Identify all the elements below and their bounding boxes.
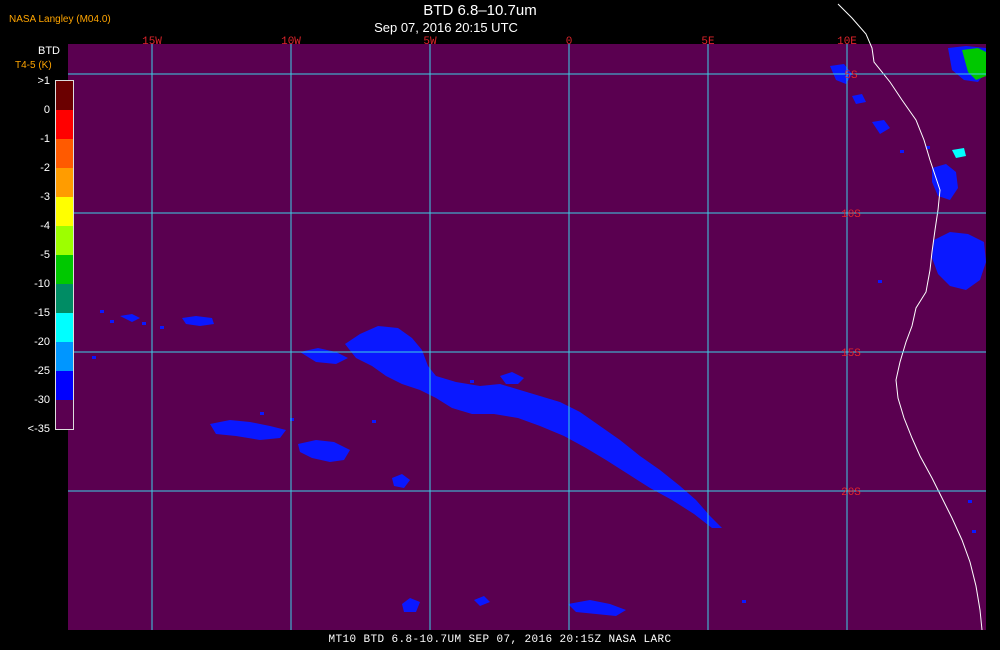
colorbar-swatch <box>56 255 73 284</box>
latitude-label: 15S <box>841 348 861 360</box>
colorbar-tick-label: -10 <box>34 278 50 290</box>
btd-feature-speck <box>470 380 474 383</box>
btd-feature-speck <box>552 410 556 413</box>
btd-feature-speck <box>260 412 264 415</box>
colorbar-swatch <box>56 313 73 342</box>
colorbar-unit: T4-5 (K) <box>15 60 52 71</box>
btd-feature-speck <box>100 310 104 313</box>
colorbar-tick-label: -1 <box>40 133 50 145</box>
longitude-label: 5E <box>701 36 715 48</box>
colorbar-swatch <box>56 371 73 400</box>
btd-feature-speck <box>968 500 972 503</box>
latitude-label: 20S <box>841 487 861 499</box>
colorbar-swatch <box>56 400 73 429</box>
colorbar-tick-label: -5 <box>40 249 50 261</box>
btd-feature-speck <box>142 322 146 325</box>
longitude-label: 10W <box>281 36 301 48</box>
latitude-label: 5S <box>844 70 858 82</box>
colorbar-swatch <box>56 226 73 255</box>
latitude-label: 10S <box>841 209 861 221</box>
btd-feature-speck <box>972 530 976 533</box>
btd-feature-speck <box>900 150 904 153</box>
btd-feature-speck <box>110 320 114 323</box>
btd-feature-speck <box>530 400 534 403</box>
btd-feature-speck <box>878 280 882 283</box>
colorbar-swatch <box>56 342 73 371</box>
btd-feature-speck <box>448 396 452 399</box>
colorbar-tick-label: -20 <box>34 336 50 348</box>
colorbar-tick-label: -15 <box>34 307 50 319</box>
longitude-label: 5W <box>423 36 437 48</box>
colorbar-swatch <box>56 110 73 139</box>
colorbar-title: BTD <box>38 45 60 57</box>
colorbar-tick-label: >1 <box>37 75 50 87</box>
colorbar-tick-label: 0 <box>43 104 50 116</box>
colorbar-tick-label: -3 <box>40 191 50 203</box>
colorbar <box>55 80 74 430</box>
footer-caption: MT10 BTD 6.8-10.7UM SEP 07, 2016 20:15Z … <box>328 634 672 646</box>
map-background <box>68 44 986 630</box>
image-timestamp: Sep 07, 2016 20:15 UTC <box>374 20 518 35</box>
btd-feature-speck <box>742 600 746 603</box>
colorbar-swatch <box>56 81 73 110</box>
colorbar-swatch <box>56 197 73 226</box>
satellite-map: 15W 10W 5W 0 5E 10E 5S 10S 15S 20S <box>68 3 986 631</box>
colorbar-swatch <box>56 284 73 313</box>
colorbar-tick-label: <-35 <box>27 423 50 435</box>
colorbar-swatch <box>56 139 73 168</box>
colorbar-tick-label: -25 <box>34 365 50 377</box>
colorbar-tick-label: -4 <box>40 220 50 232</box>
longitude-label: 10E <box>837 36 857 48</box>
longitude-label: 0 <box>566 36 573 48</box>
btd-feature-speck <box>372 420 376 423</box>
colorbar-tick-label: -2 <box>40 162 50 174</box>
image-title: BTD 6.8–10.7um <box>423 2 537 19</box>
colorbar-tick-label: -30 <box>34 394 50 406</box>
longitude-label: 15W <box>142 36 162 48</box>
btd-feature-speck <box>92 356 96 359</box>
btd-feature-speck <box>160 326 164 329</box>
colorbar-swatch <box>56 168 73 197</box>
